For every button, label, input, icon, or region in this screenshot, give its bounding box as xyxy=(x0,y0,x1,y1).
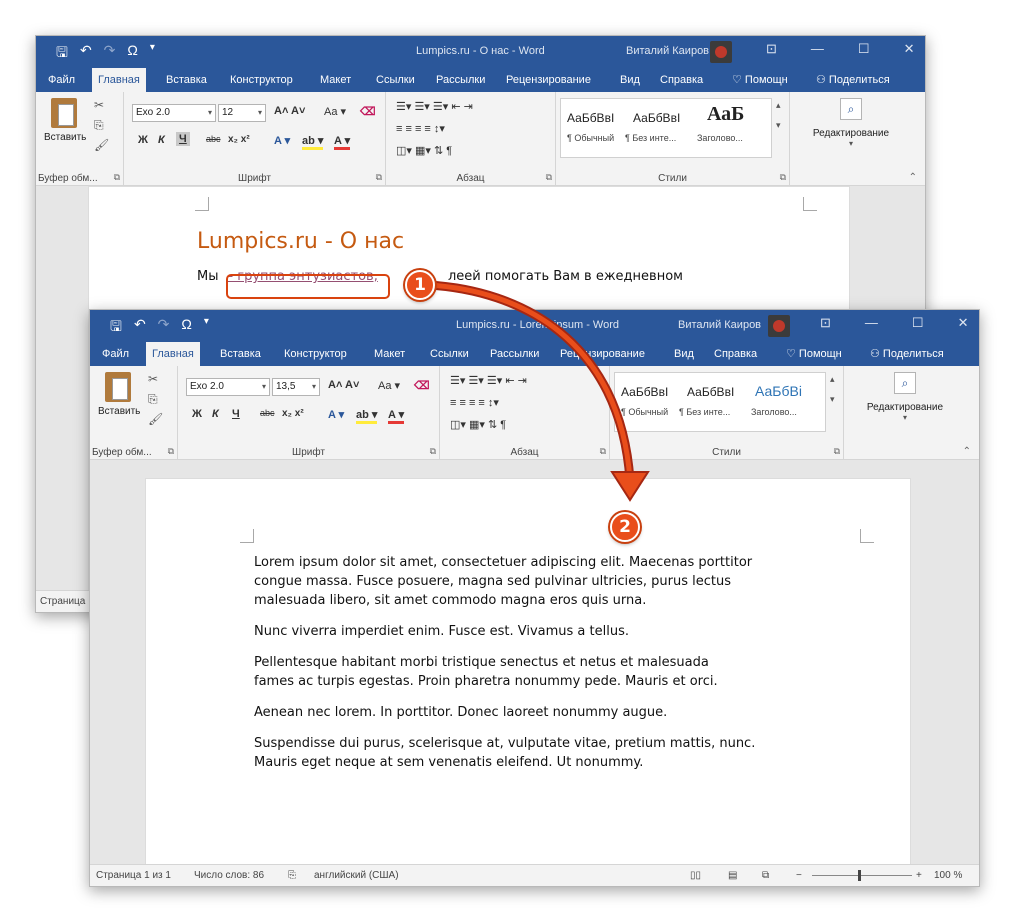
callout-badge-2: 2 xyxy=(610,512,640,542)
arrow-head-icon xyxy=(610,471,650,502)
callout-badge-1: 1 xyxy=(405,270,435,300)
arrow-overlay xyxy=(427,280,650,502)
